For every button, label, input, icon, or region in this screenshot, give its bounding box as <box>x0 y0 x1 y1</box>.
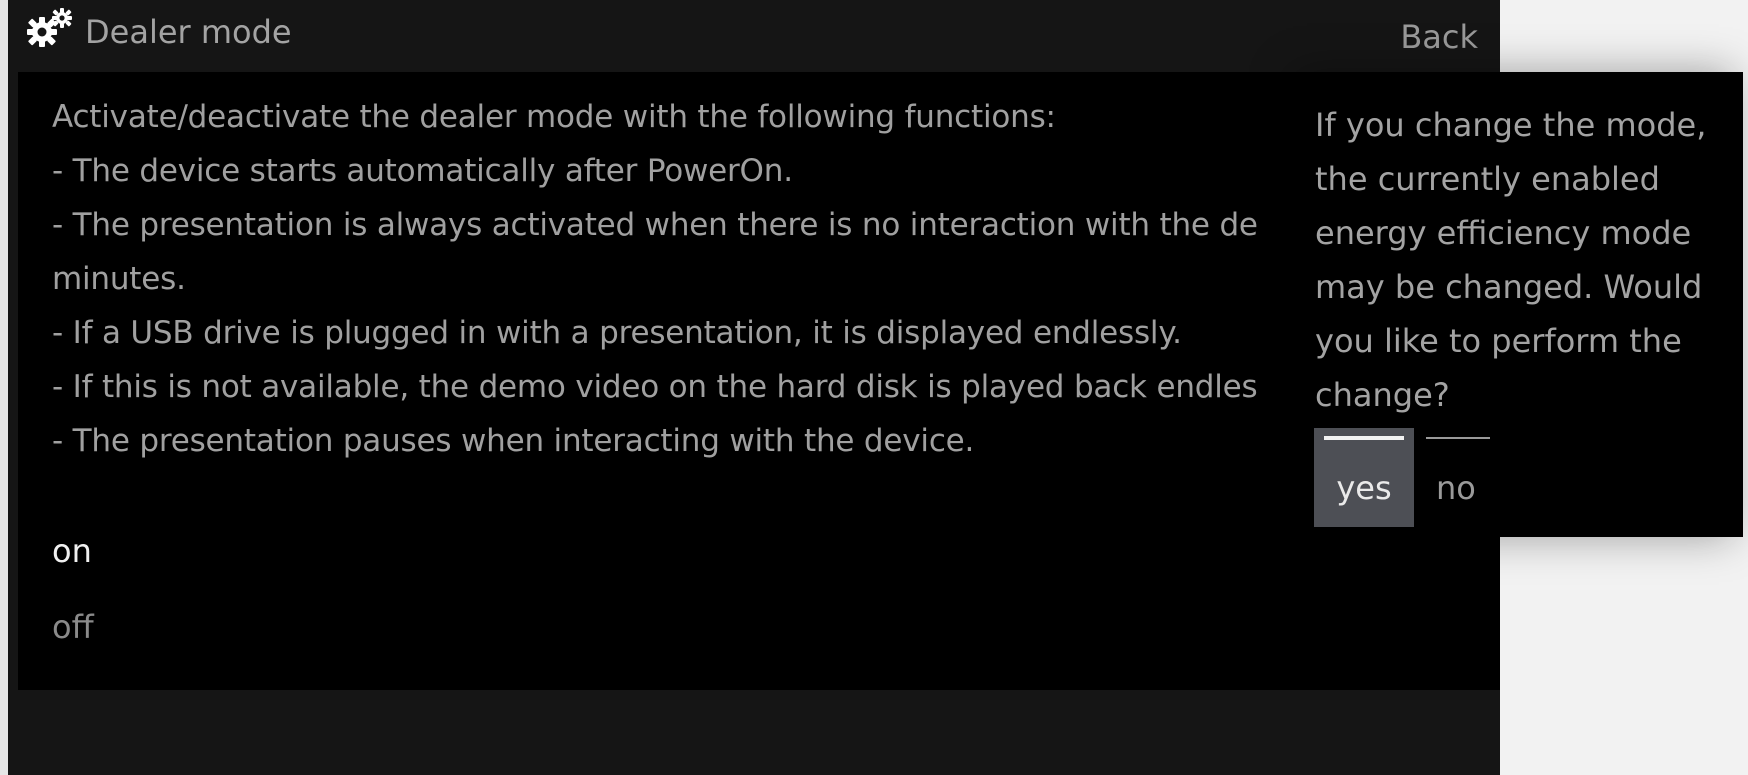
focus-indicator <box>1324 436 1404 440</box>
yes-button[interactable]: yes <box>1314 428 1414 527</box>
description-line: - If this is not available, the demo vid… <box>52 369 1258 405</box>
no-button-label: no <box>1436 469 1476 507</box>
dealer-mode-description: Activate/deactivate the dealer mode with… <box>52 90 1482 468</box>
header: Dealer mode Back <box>8 0 1500 70</box>
gears-icon <box>27 8 72 47</box>
option-on[interactable]: on <box>52 529 92 573</box>
button-indicator <box>1426 437 1490 439</box>
yes-button-label: yes <box>1336 469 1392 507</box>
description-line: Activate/deactivate the dealer mode with… <box>52 99 1056 135</box>
description-line: - The presentation is always activated w… <box>52 207 1258 243</box>
description-line: - If a USB drive is plugged in with a pr… <box>52 315 1182 351</box>
outer-margin <box>0 0 8 775</box>
tv-settings-screen: Dealer mode Back Activate/deactivate the… <box>8 0 1500 775</box>
description-line: minutes. <box>52 261 186 297</box>
no-button[interactable]: no <box>1424 428 1494 527</box>
confirm-mode-change-dialog: If you change the mode, the currently en… <box>1303 72 1743 537</box>
option-off[interactable]: off <box>52 605 94 649</box>
content-panel: Activate/deactivate the dealer mode with… <box>18 72 1500 690</box>
description-line: - The presentation pauses when interacti… <box>52 423 975 459</box>
description-line: - The device starts automatically after … <box>52 153 793 189</box>
back-button[interactable]: Back <box>1400 17 1478 57</box>
page-title: Dealer mode <box>85 13 292 51</box>
dialog-message: If you change the mode, the currently en… <box>1315 106 1707 414</box>
